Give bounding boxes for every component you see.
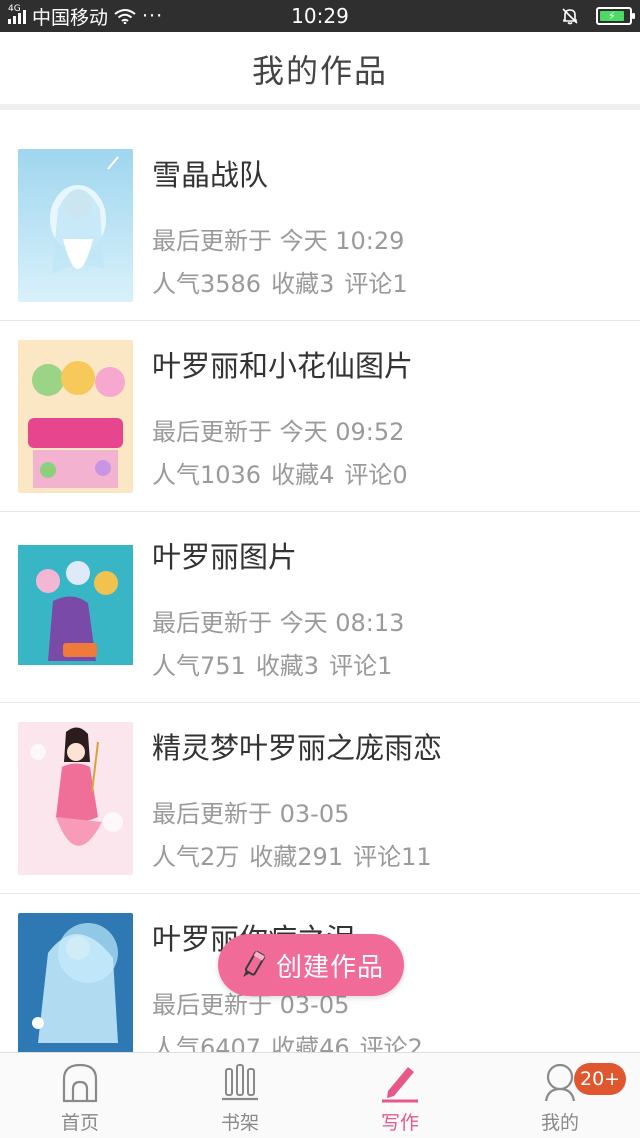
pen-icon (382, 1067, 418, 1103)
cover-image (18, 722, 133, 875)
tab-profile[interactable]: 20+ 我的 (480, 1053, 640, 1138)
status-time: 10:29 (291, 4, 349, 28)
popularity-count: 人气2万 (152, 843, 240, 871)
tab-write-label: 写作 (380, 1112, 419, 1134)
tab-bookshelf-label: 书架 (220, 1112, 259, 1134)
popularity-count: 人气751 (152, 652, 246, 680)
bottom-tab-bar: 首页 书架 写作 20+ 我的 (0, 1052, 640, 1138)
work-stats: 人气751 收藏3 评论1 (152, 646, 402, 681)
list-item[interactable]: 叶罗丽图片 最后更新于 今天 08:13 人气751 收藏3 评论1 (0, 512, 640, 703)
list-item[interactable]: 精灵梦叶罗丽之庞雨恋 最后更新于 03-05 人气2万 收藏291 评论11 (0, 703, 640, 894)
comments-count: 评论1 (329, 652, 393, 680)
list-item[interactable]: 雪晶战队 最后更新于 今天 10:29 人气3586 收藏3 评论1 (0, 130, 640, 321)
battery-icon: ⚡ (596, 7, 635, 25)
work-stats: 人气3586 收藏3 评论1 (152, 264, 418, 299)
tab-home[interactable]: 首页 (0, 1053, 160, 1138)
create-work-button[interactable]: 创建作品 (218, 934, 404, 996)
work-title: 叶罗丽图片 (152, 540, 298, 574)
comments-count: 评论1 (344, 270, 408, 298)
work-stats: 人气2万 收藏291 评论11 (152, 837, 442, 872)
work-updated: 最后更新于 今天 10:29 (152, 227, 405, 255)
work-title: 精灵梦叶罗丽之庞雨恋 (152, 731, 443, 765)
favorites-count: 收藏291 (249, 843, 344, 871)
comments-count: 评论0 (344, 461, 408, 489)
pencil-icon (242, 950, 266, 977)
tab-write[interactable]: 写作 (320, 1053, 480, 1138)
popularity-count: 人气3586 (152, 270, 262, 298)
bookshelf-icon (222, 1064, 258, 1101)
favorites-count: 收藏4 (271, 461, 335, 489)
tab-bookshelf[interactable]: 书架 (160, 1053, 320, 1138)
cover-image (18, 531, 133, 684)
work-title: 雪晶战队 (152, 158, 269, 192)
work-stats: 人气1036 收藏4 评论0 (152, 455, 418, 490)
create-work-label: 创建作品 (275, 952, 384, 983)
favorites-count: 收藏3 (271, 270, 335, 298)
cover-image (18, 913, 133, 1066)
home-icon (62, 1063, 98, 1103)
app-header: 我的作品 (0, 32, 640, 110)
page-title: 我的作品 (251, 52, 388, 90)
work-updated: 最后更新于 今天 09:52 (152, 418, 405, 446)
status-bar: 4G 中国移动 ··· 10:29 ⚡ (0, 0, 640, 32)
comments-count: 评论11 (353, 843, 432, 871)
favorites-count: 收藏3 (255, 652, 320, 680)
work-updated: 最后更新于 03-05 (152, 800, 350, 828)
mute-bell-icon (562, 8, 578, 25)
list-item[interactable]: 叶罗丽和小花仙图片 最后更新于 今天 09:52 人气1036 收藏4 评论0 (0, 321, 640, 512)
work-updated: 最后更新于 今天 08:13 (152, 609, 405, 637)
tab-home-label: 首页 (60, 1112, 99, 1134)
popularity-count: 人气1036 (152, 461, 262, 489)
cover-image (18, 149, 133, 302)
status-bar-right: ⚡ (560, 0, 635, 32)
tab-profile-label: 我的 (540, 1112, 579, 1134)
work-title: 叶罗丽和小花仙图片 (152, 349, 414, 383)
cover-image (18, 340, 133, 493)
notification-badge: 20+ (574, 1063, 627, 1095)
